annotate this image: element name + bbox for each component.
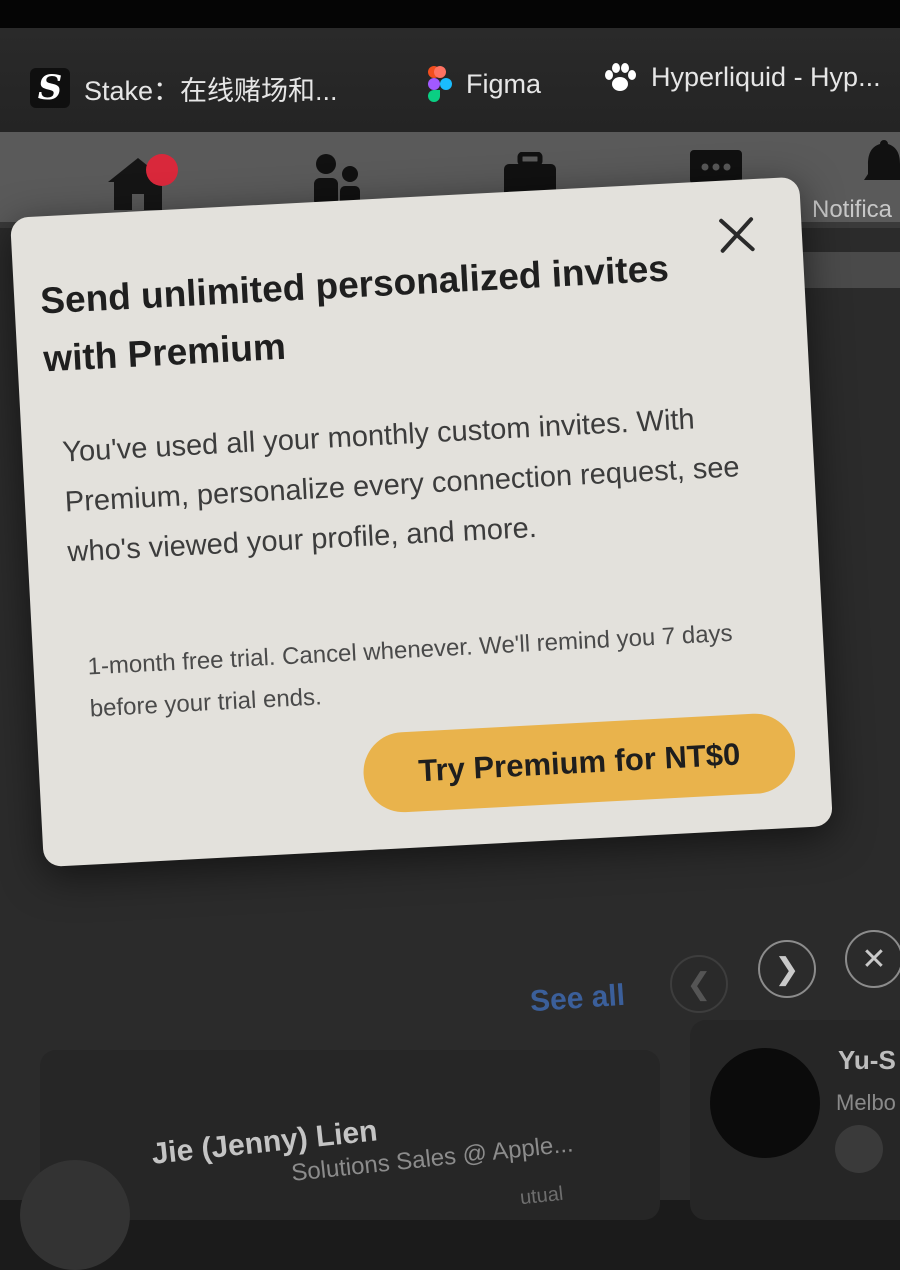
- background-strip: [790, 252, 900, 288]
- dialog-description: You've used all your monthly custom invi…: [61, 403, 741, 569]
- see-all-link[interactable]: See all: [529, 979, 626, 1020]
- trial-note: 1-month free trial. Cancel whenever. We'…: [86, 619, 734, 723]
- screen-bezel: [0, 0, 900, 28]
- stake-logo-icon: S: [30, 68, 70, 108]
- avatar: [835, 1125, 883, 1173]
- premium-upsell-dialog: Send unlimited personalized invites with…: [10, 176, 833, 868]
- bookmark-hyperliquid[interactable]: Hyperliquid - Hyp...: [603, 62, 881, 93]
- bookmark-label: Figma: [466, 68, 542, 99]
- person-location: Melbo: [836, 1090, 896, 1115]
- dismiss-button[interactable]: ✕: [845, 930, 900, 988]
- avatar[interactable]: [20, 1160, 130, 1270]
- figma-logo-icon: [428, 66, 452, 102]
- person-name[interactable]: Yu-S: [838, 1045, 896, 1076]
- notifications-label[interactable]: Notifica: [812, 196, 892, 224]
- bookmark-stake[interactable]: S Stake：在线赌场和...: [30, 68, 338, 108]
- bookmarks-bar: S Stake：在线赌场和... Figma Hyperliquid - Hyp…: [0, 28, 900, 132]
- mutual-connections: utual: [518, 1182, 565, 1210]
- try-premium-button[interactable]: Try Premium for NT$0: [361, 711, 798, 815]
- dialog-title: Send unlimited personalized invites with…: [39, 247, 670, 380]
- notifications-icon[interactable]: [862, 138, 900, 193]
- bookmark-label: Hyperliquid - Hyp...: [651, 62, 881, 92]
- bookmark-figma[interactable]: Figma: [428, 66, 541, 102]
- close-icon[interactable]: [715, 213, 759, 257]
- avatar[interactable]: [710, 1048, 820, 1158]
- paw-icon: [603, 62, 637, 93]
- bookmark-label: Stake：在线赌场和...: [84, 75, 338, 106]
- carousel-prev-button[interactable]: ❮: [670, 955, 728, 1013]
- carousel-next-button[interactable]: ❯: [758, 940, 816, 998]
